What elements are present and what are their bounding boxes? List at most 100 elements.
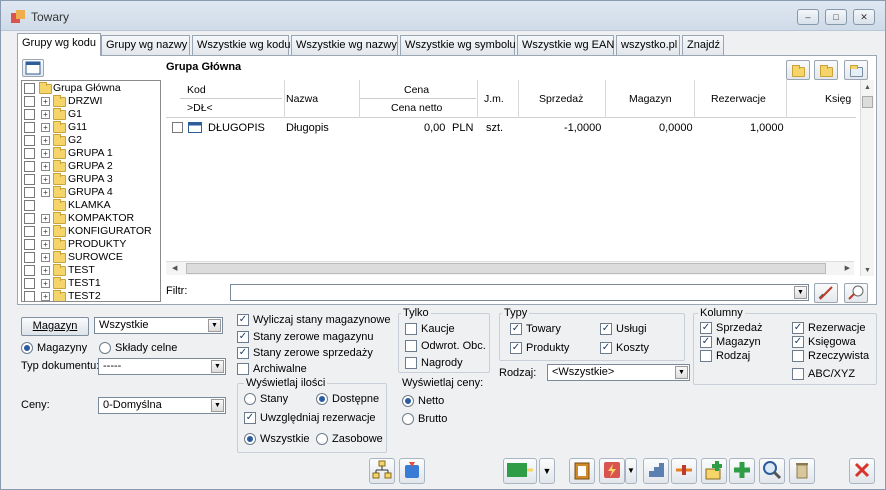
add-button[interactable] bbox=[729, 458, 755, 484]
tree-item[interactable]: + TEST bbox=[22, 264, 160, 277]
col-cena-netto[interactable]: Cena netto bbox=[391, 102, 442, 114]
scroll-left-icon[interactable]: ◀ bbox=[172, 264, 177, 272]
brutto-radio[interactable] bbox=[402, 413, 414, 425]
nagrody-checkbox[interactable] bbox=[405, 357, 417, 369]
tree-checkbox[interactable] bbox=[24, 187, 35, 198]
magazyn-col-checkbox[interactable]: ✓ bbox=[700, 336, 712, 348]
action-button[interactable] bbox=[599, 458, 625, 484]
expand-icon[interactable]: + bbox=[41, 240, 50, 249]
tree-checkbox[interactable] bbox=[24, 83, 35, 94]
zasobowe-radio[interactable] bbox=[316, 433, 328, 445]
hierarchy-button[interactable] bbox=[369, 458, 395, 484]
tree-item[interactable]: + GRUPA 4 bbox=[22, 186, 160, 199]
expand-icon[interactable]: + bbox=[41, 175, 50, 184]
kaucje-checkbox[interactable] bbox=[405, 323, 417, 335]
add-copy-button[interactable] bbox=[701, 458, 727, 484]
col-sprzedaz[interactable]: Sprzedaż bbox=[539, 93, 583, 105]
sprzedaz-col-checkbox[interactable]: ✓ bbox=[700, 322, 712, 334]
tree-item[interactable]: + GRUPA 2 bbox=[22, 160, 160, 173]
tree-checkbox[interactable] bbox=[24, 122, 35, 133]
preview-button[interactable] bbox=[759, 458, 785, 484]
clear-filter-button[interactable] bbox=[814, 283, 838, 303]
export-button[interactable] bbox=[399, 458, 425, 484]
tab-znajdz[interactable]: Znajdź bbox=[682, 35, 724, 55]
tree-item[interactable]: + TEST1 bbox=[22, 277, 160, 290]
tree-checkbox[interactable] bbox=[24, 161, 35, 172]
folder-up-button[interactable] bbox=[844, 60, 868, 80]
filter-input[interactable]: ▼ bbox=[230, 284, 809, 301]
produkty-checkbox[interactable]: ✓ bbox=[510, 342, 522, 354]
expand-icon[interactable]: + bbox=[41, 110, 50, 119]
sklady-celne-radio[interactable] bbox=[99, 342, 111, 354]
tree-checkbox[interactable] bbox=[24, 226, 35, 237]
uslugi-checkbox[interactable]: ✓ bbox=[600, 323, 612, 335]
tree-item[interactable]: + KONFIGURATOR bbox=[22, 225, 160, 238]
chevron-down-icon[interactable]: ▼ bbox=[208, 319, 221, 332]
tab-grupy-wg-nazwy[interactable]: Grupy wg nazwy bbox=[101, 35, 190, 55]
rodzaj-col-checkbox[interactable] bbox=[700, 350, 712, 362]
tab-wszystkie-wg-ean[interactable]: Wszystkie wg EAN bbox=[517, 35, 614, 55]
tab-wszystkie-wg-symbolu[interactable]: Wszystkie wg symbolu bbox=[400, 35, 516, 55]
col-kod[interactable]: Kod bbox=[187, 84, 206, 96]
minimize-button[interactable]: – bbox=[797, 9, 819, 25]
tab-wszystkie-wg-kodu[interactable]: Wszystkie wg kodu bbox=[192, 35, 291, 55]
chevron-down-icon[interactable]: ▼ bbox=[675, 366, 688, 379]
col-nazwa[interactable]: Nazwa bbox=[286, 93, 318, 105]
tree-item[interactable]: + G1 bbox=[22, 108, 160, 121]
scroll-up-icon[interactable]: ▲ bbox=[864, 84, 871, 91]
horizontal-scrollbar[interactable]: ◀ ▶ bbox=[166, 261, 854, 275]
expand-icon[interactable]: + bbox=[41, 253, 50, 262]
group-tree[interactable]: Grupa Główna + DRZWI + G1 + G11 + G2 + GRUPA … bbox=[21, 80, 161, 302]
typ-dokumentu-select[interactable]: ----- ▼ bbox=[98, 358, 226, 375]
tree-item[interactable]: KLAMKA bbox=[22, 199, 160, 212]
tree-checkbox[interactable] bbox=[24, 252, 35, 263]
netto-radio[interactable] bbox=[402, 395, 414, 407]
odwrot-obc-checkbox[interactable] bbox=[405, 340, 417, 352]
expand-icon[interactable]: + bbox=[41, 292, 50, 301]
tree-checkbox[interactable] bbox=[24, 109, 35, 120]
magazyn-select[interactable]: Wszystkie ▼ bbox=[94, 317, 223, 334]
tree-item[interactable]: + G2 bbox=[22, 134, 160, 147]
magazyn-button[interactable]: Magazyn bbox=[21, 317, 89, 336]
tree-checkbox[interactable] bbox=[24, 174, 35, 185]
expand-icon[interactable]: + bbox=[41, 188, 50, 197]
tree-checkbox[interactable] bbox=[24, 135, 35, 146]
expand-icon[interactable]: + bbox=[41, 214, 50, 223]
table-row[interactable]: DŁUGOPIS Długopis 0,00 PLN szt. -1,0000 … bbox=[166, 119, 856, 136]
col-magazyn[interactable]: Magazyn bbox=[629, 93, 672, 105]
expand-icon[interactable]: + bbox=[41, 97, 50, 106]
dostepne-radio[interactable] bbox=[316, 393, 328, 405]
tree-checkbox[interactable] bbox=[24, 148, 35, 159]
col-rezerwacje[interactable]: Rezerwacje bbox=[711, 93, 766, 105]
tree-checkbox[interactable] bbox=[24, 291, 35, 301]
folder-button[interactable] bbox=[814, 60, 838, 80]
rezerwacje-col-checkbox[interactable]: ✓ bbox=[792, 322, 804, 334]
col-ksiegowa[interactable]: Księg bbox=[825, 93, 851, 105]
tab-wszystko-pl[interactable]: wszystko.pl bbox=[616, 35, 680, 55]
tree-item[interactable]: + GRUPA 3 bbox=[22, 173, 160, 186]
close-button[interactable] bbox=[849, 458, 875, 484]
tree-checkbox[interactable] bbox=[24, 213, 35, 224]
merge-button[interactable] bbox=[671, 458, 697, 484]
wyliczaj-stany-checkbox[interactable]: ✓ bbox=[237, 314, 249, 326]
expand-icon[interactable]: + bbox=[41, 162, 50, 171]
scroll-right-icon[interactable]: ▶ bbox=[845, 264, 850, 272]
numbering-button[interactable] bbox=[643, 458, 669, 484]
scroll-thumb[interactable] bbox=[862, 96, 873, 108]
expand-icon[interactable]: + bbox=[41, 136, 50, 145]
expand-icon[interactable]: + bbox=[41, 279, 50, 288]
tree-item[interactable]: + DRZWI bbox=[22, 95, 160, 108]
wszystkie-radio[interactable] bbox=[244, 433, 256, 445]
tree-item[interactable]: + KOMPAKTOR bbox=[22, 212, 160, 225]
tree-item[interactable]: + TEST2 bbox=[22, 290, 160, 301]
tree-toggle-button[interactable] bbox=[22, 59, 44, 77]
open-folder-button[interactable] bbox=[786, 60, 810, 80]
archiwalne-checkbox[interactable] bbox=[237, 363, 249, 375]
tab-grupy-wg-kodu[interactable]: Grupy wg kodu bbox=[17, 33, 101, 56]
ksiegowa-col-checkbox[interactable]: ✓ bbox=[792, 336, 804, 348]
tree-item[interactable]: + GRUPA 1 bbox=[22, 147, 160, 160]
rodzaj-select[interactable]: <Wszystkie> ▼ bbox=[547, 364, 690, 381]
stany-zerowe-magazynu-checkbox[interactable]: ✓ bbox=[237, 331, 249, 343]
tree-item[interactable]: + SUROWCE bbox=[22, 251, 160, 264]
tree-checkbox[interactable] bbox=[24, 200, 35, 211]
